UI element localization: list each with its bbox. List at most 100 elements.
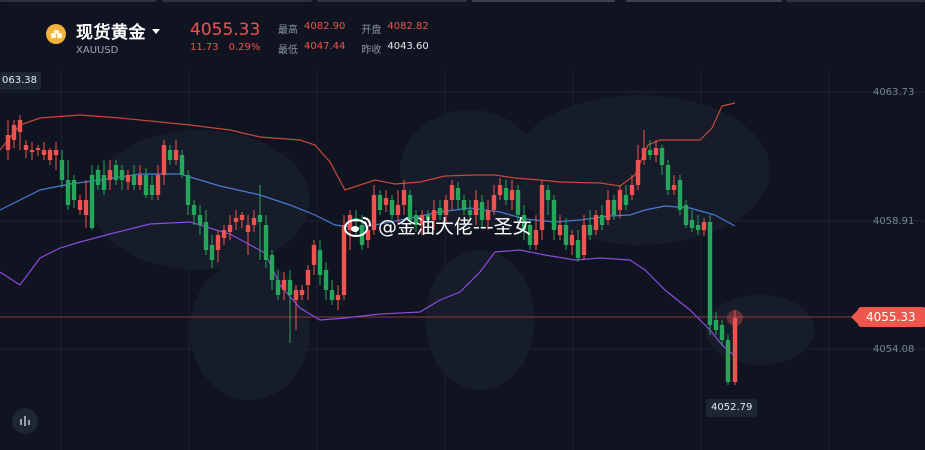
candle-body — [239, 215, 245, 220]
candle-body — [113, 165, 119, 180]
candle-body — [677, 180, 683, 210]
candle-body — [299, 290, 305, 295]
candle-body — [461, 200, 467, 210]
candle-body — [317, 250, 323, 275]
candle-body — [581, 225, 587, 255]
candle-body — [377, 195, 383, 210]
candle-body — [539, 185, 545, 230]
candle-body — [287, 280, 293, 295]
candle-body — [95, 170, 101, 185]
candle-body — [641, 148, 647, 160]
candle-body — [263, 225, 269, 260]
candle-body — [569, 235, 575, 245]
candle-body — [41, 150, 47, 155]
candle-body — [233, 218, 239, 222]
candle-body — [323, 270, 329, 290]
candle-body — [125, 175, 131, 182]
candle-body — [647, 150, 653, 155]
candle-body — [293, 290, 299, 300]
candle-body — [83, 200, 89, 215]
watermark-text: @金油大佬---圣女 — [378, 216, 532, 238]
candle-body — [257, 215, 263, 222]
candle-body — [191, 205, 197, 215]
candle-body — [557, 225, 563, 235]
candle-body — [629, 185, 635, 195]
chart-tool-icon[interactable] — [12, 408, 38, 434]
candle-body — [161, 145, 167, 175]
candle-body — [5, 135, 11, 150]
candle-body — [137, 175, 143, 185]
candle-body — [659, 148, 665, 165]
candle-body — [245, 225, 251, 232]
candle-body — [17, 120, 23, 132]
candle-body — [209, 245, 215, 260]
candle-body — [197, 215, 203, 225]
candle-body — [119, 170, 125, 180]
world-map-background — [90, 95, 815, 400]
candle-body — [611, 200, 617, 215]
candle-body — [635, 160, 641, 185]
candle-body — [329, 290, 335, 300]
candle-body — [107, 170, 113, 180]
candle-body — [551, 200, 557, 230]
candle-body — [701, 222, 707, 230]
candle-body — [77, 200, 83, 210]
candle-body — [617, 190, 623, 210]
current-price-tag: 4055.33 — [851, 307, 925, 327]
candle-body — [215, 235, 221, 250]
candle-body — [203, 222, 209, 250]
candle-body — [89, 175, 95, 228]
candle-body — [335, 295, 341, 300]
candle-body — [23, 145, 29, 150]
candle-body — [401, 190, 407, 205]
candle-body — [533, 230, 539, 245]
weibo-icon — [344, 216, 371, 237]
candle-body — [11, 125, 17, 140]
candle-body — [167, 150, 173, 160]
price-tick-3: 4054.08 — [873, 344, 915, 355]
price-tick-2: 4058.91 — [873, 216, 915, 227]
candle-body — [713, 320, 719, 330]
candle-body — [275, 280, 281, 295]
candle-body — [732, 318, 738, 382]
candle-body — [101, 175, 107, 190]
candle-body — [311, 245, 317, 265]
candle-body — [593, 215, 599, 230]
candle-body — [29, 150, 35, 152]
candle-body — [545, 190, 551, 200]
candle-body — [47, 150, 53, 160]
candle-body — [155, 175, 161, 195]
candle-body — [35, 148, 41, 150]
candle-body — [173, 150, 179, 160]
candle-body — [707, 222, 713, 325]
candle-body — [455, 188, 461, 200]
candle-body — [491, 195, 497, 210]
candle-body — [383, 198, 389, 205]
high-marker: 063.38 — [0, 72, 41, 90]
candle-body — [269, 255, 275, 280]
candle-body — [497, 185, 503, 195]
candle-body — [575, 240, 581, 258]
candle-body — [143, 175, 149, 195]
price-tick-1: 4063.73 — [873, 87, 915, 98]
candle-body — [221, 230, 227, 238]
candle-body — [131, 175, 137, 185]
candle-body — [587, 225, 593, 235]
candle-body — [623, 195, 629, 205]
candle-body — [605, 200, 611, 220]
candle-body — [563, 225, 569, 245]
candle-body — [665, 165, 671, 190]
candle-body — [725, 340, 731, 382]
candle-body — [653, 148, 659, 155]
candle-body — [305, 270, 311, 285]
candle-body — [53, 150, 59, 155]
candle-body — [71, 180, 77, 200]
candle-body — [149, 185, 155, 195]
candle-body — [683, 205, 689, 225]
candle-body — [179, 155, 185, 175]
candle-body — [503, 188, 509, 200]
candle-body — [65, 180, 71, 205]
candle-body — [59, 160, 65, 180]
candle-body — [281, 280, 287, 290]
candle-body — [449, 185, 455, 200]
